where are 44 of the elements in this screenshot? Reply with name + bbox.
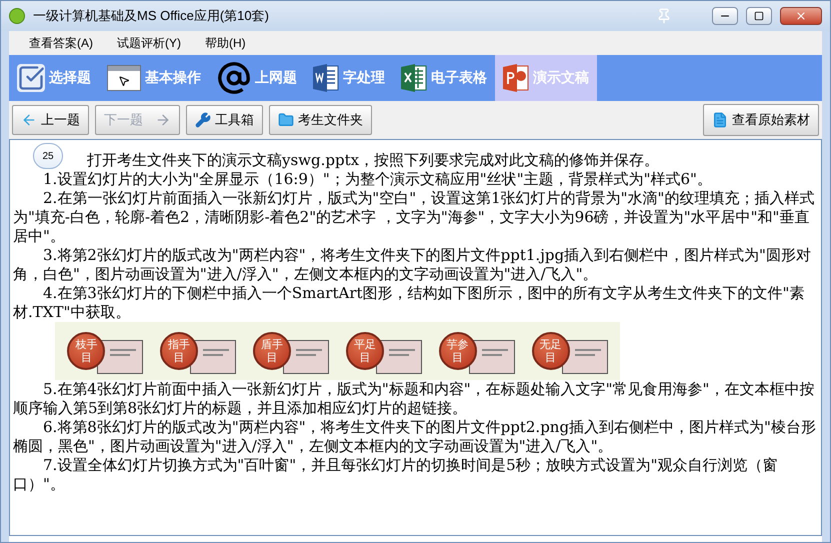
close-button[interactable] [780,7,822,25]
caption-card-drawing [97,340,144,374]
menu-item[interactable]: 查看答案(A) [25,34,97,52]
instruction-text: 4.在第3张幻灯片的下侧栏中插入一个SmartArt图形，结构如下图所示，图中的所有文字从考生文件夹下的文件"素材.TXT"中获取。 [13,284,806,322]
app-logo-icon [9,8,25,24]
instruction-text: 5.在第4张幻灯片前面中插入一张新幻灯片，版式为"标题和内容"，在标题处输入文字"常见食用海参"，在文本框中按顺序输入第5到第8张幻灯片的标题，并且添加相应幻灯片的超链接。 [13,380,816,418]
circle-label: 芋参目 [438,332,477,370]
window-title: 一级计算机基础及MS Office应用(第10套) [33,7,269,26]
toolbar-button[interactable]: 工具箱 [186,105,263,135]
circle-label: 无足目 [532,332,570,370]
document-icon [712,112,728,128]
view-source-button[interactable]: 查看原始素材 [703,104,819,136]
close-icon [795,10,807,22]
question-number-badge: 25 [33,143,63,169]
spreadsheet-x-icon [401,63,427,93]
instruction-text: 打开考生文件夹下的演示文稿yswg.pptx，按照下列要求完成对此文稿的修饰并保存。 [86,150,660,170]
minimize-button[interactable] [712,7,738,25]
menu-item[interactable]: 试题评析(Y) [113,34,185,52]
at-sign-icon [217,61,251,95]
toolbar-button[interactable]: 考生文件夹 [269,105,372,135]
instruction-text: 6.将第8张幻灯片的版式改为"两栏内容"，将考生文件夹下的图片文件ppt2.png插入到右侧栏中，图片样式为"棱台形椭圆，黑色"，图片动画设置为"进入/浮入"，左侧文本框内的文字动画设置为"进入/飞入"。 [13,418,817,456]
instruction-text: 1.设置幻灯片的大小为"全屏显示（16:9）"；为整个演示文稿应用"丝状"主题，背景样式为"样式6"。 [42,170,713,189]
maximize-button[interactable] [746,7,772,25]
circle-label: 指手目 [160,332,198,370]
caption-card-drawing [283,340,330,374]
menu-item[interactable]: 帮助(H) [201,34,250,52]
caption-card-drawing [468,340,515,374]
instruction-text: 2.在第一张幻灯片前面插入一张新幻灯片，版式为"空白"，设置这第1张幻灯片的背景为"水滴"的纹理填充；插入样式为"填充-白色，轮廓-着色2，清晰阴影-着色2"的艺术字 ，文字为"海参"，文字大小为96磅，并设置为"水平居中"和"垂直居中"。 [13,189,816,246]
caption-card-drawing [562,340,608,374]
caption-card-drawing [376,340,422,374]
wrench-icon [195,112,211,128]
checklist-icon [17,64,45,92]
maximize-icon [754,11,764,21]
circle-label: 平足目 [346,332,384,370]
instruction-text: 7.设置全体幻灯片切换方式为"百叶窗"，并且每张幻灯片的切换时间是5秒；放映方式设置为"观众自行浏览（窗口）"。 [13,456,779,494]
document-w-icon [313,63,339,93]
circle-label: 枝手目 [67,332,106,370]
folder-icon [278,112,294,128]
circle-label: 盾手目 [253,332,292,370]
caption-card-drawing [190,340,236,374]
presentation-p-icon [503,63,529,93]
window-pointer-icon [107,65,141,91]
toolbar-button[interactable]: 上一题 [12,105,89,135]
instruction-text: 3.将第2张幻灯片的版式改为"两栏内容"，将考生文件夹下的图片文件ppt1.jpg插入到右侧栏中，图片样式为"圆形对角，白色"，图片动画设置为"进入/浮入"，左侧文本框内的文字动画设置为"进入/飞入"。 [13,246,812,284]
